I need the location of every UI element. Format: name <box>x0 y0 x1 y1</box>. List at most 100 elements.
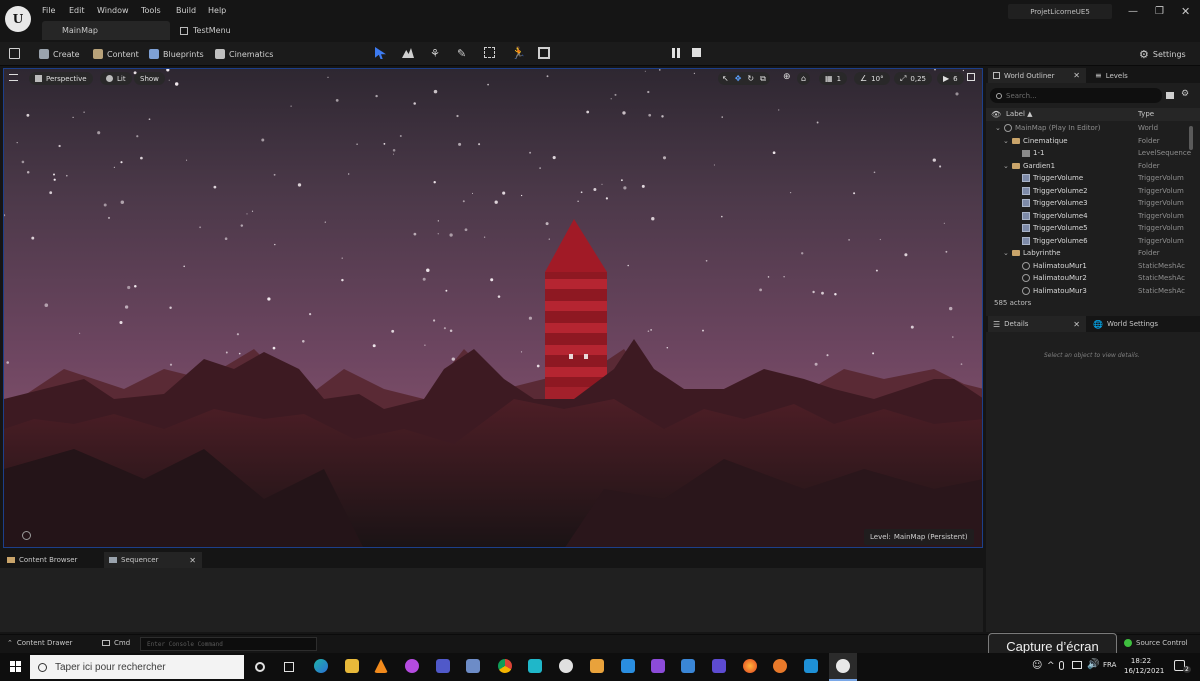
outliner-row[interactable]: TriggerVolume5 TriggerVolum <box>986 223 1191 235</box>
scale-tool-icon[interactable]: ⧉ <box>760 74 766 84</box>
column-label[interactable]: Label ▲ <box>1006 110 1033 118</box>
app-icon-3[interactable] <box>590 659 604 673</box>
outliner-scrollbar[interactable] <box>1189 126 1193 150</box>
tab-details[interactable]: ☰ Details ✕ <box>988 316 1086 332</box>
outliner-row[interactable]: TriggerVolume2 TriggerVolum <box>986 186 1191 198</box>
outliner-row[interactable]: TriggerVolume6 TriggerVolum <box>986 236 1191 248</box>
firefox-icon[interactable] <box>743 659 757 673</box>
close-icon[interactable]: ✕ <box>1181 5 1190 18</box>
add-folder-icon[interactable] <box>1166 92 1174 99</box>
stop-icon[interactable] <box>692 48 701 57</box>
outliner-row[interactable]: 1-1 LevelSequence <box>986 148 1191 160</box>
taskbar-search-box[interactable]: Taper ici pour rechercher <box>30 655 244 679</box>
outliner-row[interactable]: HalimatouMur2 StaticMeshAc <box>986 273 1191 285</box>
content-drawer-button[interactable]: ⌃ Content Drawer <box>7 639 72 647</box>
cmd-button[interactable]: Cmd <box>102 639 130 647</box>
unreal-taskbar-button[interactable] <box>829 653 857 681</box>
menu-edit[interactable]: Edit <box>69 6 85 15</box>
chevron-down-icon[interactable]: ⌄ <box>1003 249 1009 257</box>
close-details-icon[interactable]: ✕ <box>1073 320 1080 329</box>
modeling-mode-icon[interactable] <box>538 47 550 59</box>
tray-chevron-icon[interactable]: ^ <box>1047 661 1055 671</box>
content-button[interactable]: Content <box>93 47 139 61</box>
outliner-search-box[interactable]: Search... <box>990 88 1162 103</box>
app-icon-6[interactable] <box>712 659 726 673</box>
hamburger-menu-icon[interactable] <box>9 74 18 81</box>
outliner-row[interactable]: ⌄ Labyrinthe Folder <box>986 248 1191 260</box>
clock[interactable]: 18:22 16/12/2021 <box>1124 656 1164 676</box>
menu-tools[interactable]: Tools <box>141 6 161 15</box>
mesh-paint-mode-icon[interactable]: ✎ <box>457 47 466 60</box>
app-icon-5[interactable] <box>681 659 695 673</box>
outliner-row[interactable]: ⌄ MainMap (Play In Editor) World <box>986 123 1191 135</box>
source-control-button[interactable]: Source Control <box>1124 639 1188 647</box>
tab-testmenu[interactable]: TestMenu <box>172 21 282 40</box>
blueprints-button[interactable]: Blueprints <box>149 47 204 61</box>
unreal-logo[interactable]: U <box>5 6 31 32</box>
tab-world-outliner[interactable]: World Outliner ✕ <box>988 68 1086 83</box>
tab-levels[interactable]: ≡ Levels <box>1090 68 1160 83</box>
edge-icon[interactable] <box>314 659 328 673</box>
app-icon-2[interactable] <box>528 659 542 673</box>
maximize-viewport-icon[interactable] <box>967 73 975 81</box>
people-icon[interactable]: ☺ <box>1032 660 1042 671</box>
perspective-button[interactable]: Perspective <box>29 72 93 85</box>
translate-tool-icon[interactable]: ✥ <box>735 74 742 83</box>
column-type[interactable]: Type <box>1138 110 1154 118</box>
outliner-row[interactable]: ⌄ Gardien1 Folder <box>986 161 1191 173</box>
teams-icon[interactable] <box>436 659 450 673</box>
lit-button[interactable]: Lit <box>100 72 132 85</box>
landscape-mode-icon[interactable] <box>402 48 414 58</box>
pause-icon[interactable] <box>672 48 680 58</box>
chevron-down-icon[interactable]: ⌄ <box>1003 162 1009 170</box>
settings-button[interactable]: ⚙ Settings <box>1139 47 1186 61</box>
scale-snap-button[interactable]: ⤢ 0,25 <box>894 72 932 85</box>
volume-icon[interactable]: 🔊 <box>1087 659 1099 670</box>
app-icon-1[interactable] <box>466 659 480 673</box>
cortana-icon[interactable] <box>255 662 265 672</box>
outliner-row[interactable]: TriggerVolume TriggerVolum <box>986 173 1191 185</box>
windows-start-icon[interactable] <box>10 661 21 672</box>
close-outliner-icon[interactable]: ✕ <box>1073 71 1080 80</box>
outliner-row[interactable]: TriggerVolume4 TriggerVolum <box>986 211 1191 223</box>
animation-mode-icon[interactable]: 🏃 <box>511 46 526 60</box>
create-button[interactable]: Create <box>39 47 80 61</box>
network-icon[interactable] <box>1072 661 1082 669</box>
minimize-icon[interactable]: — <box>1128 6 1138 17</box>
show-button[interactable]: Show <box>134 72 165 85</box>
level-viewport[interactable]: Perspective Lit Show ↖ ✥ ↻ ⧉ ⊕ ⌂ ▦ 1 ∠ 1… <box>3 68 983 548</box>
app-icon-4[interactable] <box>651 659 665 673</box>
maximize-icon[interactable]: ❐ <box>1155 6 1164 17</box>
chevron-down-icon[interactable]: ⌄ <box>995 124 1001 132</box>
vscode-icon[interactable] <box>621 659 635 673</box>
menu-build[interactable]: Build <box>176 6 196 15</box>
outliner-row[interactable]: HalimatouMur1 StaticMeshAc <box>986 261 1191 273</box>
console-command-input[interactable]: Enter Console Command <box>140 637 317 651</box>
chrome-icon[interactable] <box>498 659 512 673</box>
help-icon[interactable] <box>22 531 31 540</box>
tab-world-settings[interactable]: 🌐 World Settings <box>1090 316 1190 332</box>
select-tool-icon[interactable]: ↖ <box>722 74 729 83</box>
menu-window[interactable]: Window <box>97 6 129 15</box>
camera-speed-button[interactable]: ▶ 6 <box>937 72 964 85</box>
menu-help[interactable]: Help <box>208 6 226 15</box>
outliner-row[interactable]: ⌄ Cinematique Folder <box>986 136 1191 148</box>
outliner-row[interactable]: TriggerVolume3 TriggerVolum <box>986 198 1191 210</box>
select-mode-icon[interactable] <box>375 47 386 59</box>
language-indicator[interactable]: FRA <box>1103 661 1116 669</box>
outliner-settings-icon[interactable]: ⚙ <box>1181 89 1189 99</box>
app-icon-7[interactable] <box>804 659 818 673</box>
close-sequencer-icon[interactable]: ✕ <box>189 556 196 565</box>
microphone-icon[interactable] <box>1059 661 1064 670</box>
surface-snap-button[interactable]: ⌂ <box>797 72 811 85</box>
visibility-eye-icon[interactable]: 👁 <box>991 110 1001 119</box>
world-space-icon[interactable]: ⊕ <box>783 72 791 82</box>
rotate-tool-icon[interactable]: ↻ <box>747 74 754 83</box>
vlc-icon[interactable] <box>374 659 388 673</box>
blender-icon[interactable] <box>773 659 787 673</box>
grid-snap-button[interactable]: ▦ 1 <box>819 72 848 85</box>
rotation-snap-button[interactable]: ∠ 10° <box>854 72 890 85</box>
tab-content-browser[interactable]: Content Browser <box>3 552 98 568</box>
github-icon[interactable] <box>559 659 573 673</box>
save-icon[interactable] <box>9 48 20 59</box>
